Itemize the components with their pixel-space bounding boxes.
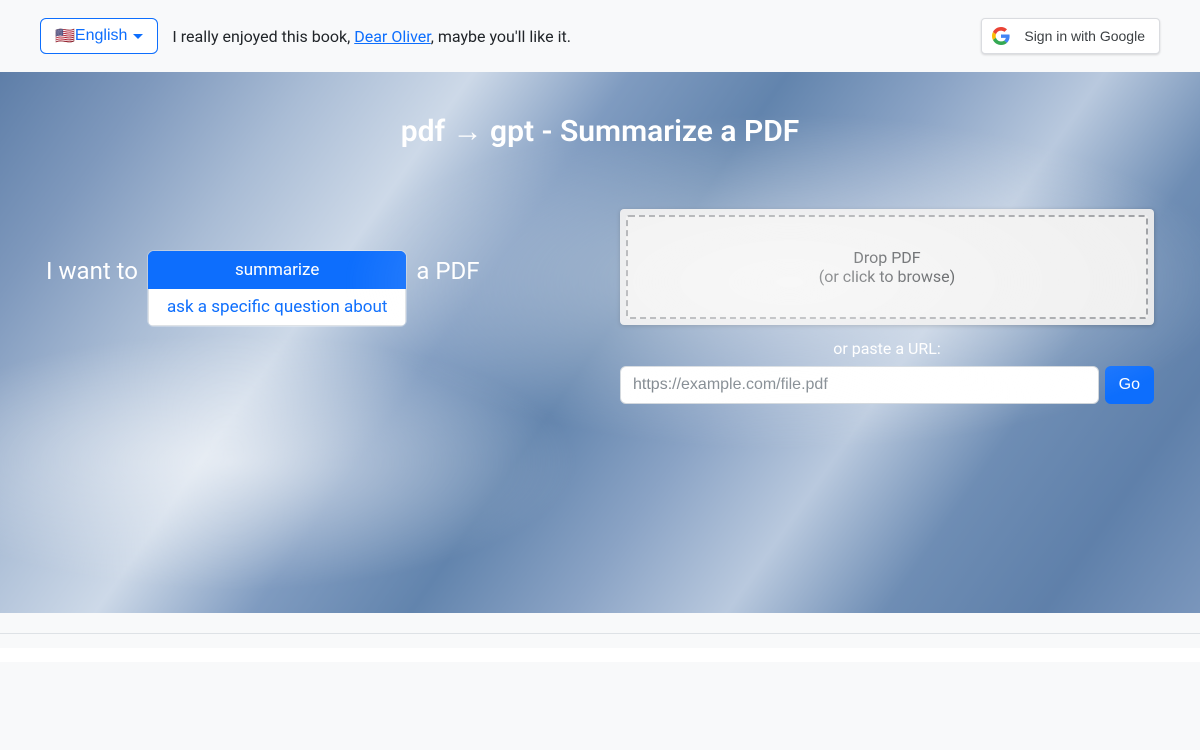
promo-suffix: , maybe you'll like it. (431, 27, 571, 46)
language-dropdown[interactable]: 🇺🇸 English (40, 18, 158, 54)
dropzone-line2: (or click to browse) (819, 267, 955, 286)
sentence-lead: I want to (46, 251, 138, 285)
mode-sentence: I want to summarize ask a specific quest… (46, 209, 576, 404)
google-signin-button[interactable]: Sign in with Google (981, 18, 1160, 54)
url-row: Go (620, 366, 1154, 404)
dropzone-container: Drop PDF (or click to browse) (620, 209, 1154, 325)
flag-icon: 🇺🇸 (55, 26, 75, 46)
white-band (0, 648, 1200, 662)
url-input[interactable] (620, 366, 1099, 404)
sentence-trail: a PDF (416, 251, 479, 285)
language-label: English (75, 27, 127, 45)
header-bar: 🇺🇸 English I really enjoyed this book, D… (0, 0, 1200, 72)
promo-text: I really enjoyed this book, Dear Oliver,… (172, 27, 571, 46)
paste-url-label: or paste a URL: (620, 339, 1154, 358)
promo-prefix: I really enjoyed this book, (172, 27, 354, 46)
pdf-dropzone[interactable]: Drop PDF (or click to browse) (626, 215, 1148, 319)
input-column: Drop PDF (or click to browse) or paste a… (620, 209, 1154, 404)
hero-section: pdf → gpt - Summarize a PDF I want to su… (0, 72, 1200, 613)
workspace: I want to summarize ask a specific quest… (0, 209, 1200, 404)
dropzone-line1: Drop PDF (853, 248, 920, 267)
page-title: pdf → gpt - Summarize a PDF (0, 72, 1200, 149)
google-icon (992, 27, 1010, 45)
below-hero (0, 633, 1200, 750)
chevron-down-icon (133, 34, 143, 39)
mode-option-question[interactable]: ask a specific question about (148, 289, 406, 326)
go-button[interactable]: Go (1105, 366, 1154, 404)
mode-option-summarize[interactable]: summarize (148, 251, 406, 289)
divider-line (0, 633, 1200, 634)
promo-link[interactable]: Dear Oliver (354, 27, 430, 46)
mode-selector: summarize ask a specific question about (148, 251, 406, 326)
google-signin-label: Sign in with Google (1024, 28, 1145, 44)
